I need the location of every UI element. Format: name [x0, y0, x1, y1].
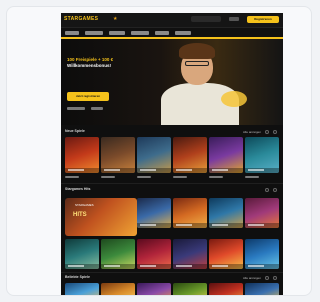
game-tile[interactable]	[173, 283, 207, 295]
tile-caption	[209, 176, 223, 178]
website-screenshot: STARGAMES ★ Registrieren 100 Freispiele …	[61, 13, 283, 295]
nav-item[interactable]	[175, 31, 191, 35]
login-link[interactable]	[229, 17, 239, 21]
divider	[61, 272, 283, 273]
game-tile[interactable]	[65, 239, 99, 269]
game-tile[interactable]	[137, 137, 171, 173]
top-nav: STARGAMES ★ Registrieren	[61, 13, 283, 27]
brand-mark: ★	[113, 16, 118, 22]
register-button[interactable]: Registrieren	[247, 16, 279, 23]
game-tile[interactable]	[245, 198, 279, 228]
site-logo[interactable]: STARGAMES	[64, 16, 98, 22]
next-arrow-icon[interactable]	[273, 276, 277, 280]
next-arrow-icon[interactable]	[273, 130, 277, 134]
game-tile[interactable]	[245, 283, 279, 295]
tile-caption	[65, 176, 79, 178]
nav-item[interactable]	[65, 31, 79, 35]
tile-caption	[245, 176, 259, 178]
hero-title: 100 Freispiele + 100 € Willkommensbonus!	[67, 57, 139, 69]
nav-item[interactable]	[109, 31, 125, 35]
game-tile[interactable]	[65, 283, 99, 295]
carousel-arrows[interactable]	[265, 276, 279, 280]
prev-arrow-icon[interactable]	[265, 276, 269, 280]
hero-link[interactable]	[91, 107, 103, 110]
game-tile[interactable]	[137, 198, 171, 228]
game-tile[interactable]	[173, 239, 207, 269]
section-title: Neue Spiele	[65, 129, 85, 133]
hero-title-rest: Willkommensbonus!	[67, 63, 111, 68]
hero-banner: 100 Freispiele + 100 € Willkommensbonus!…	[61, 39, 283, 125]
section-title: Stargames Hits	[65, 187, 91, 191]
game-tile[interactable]	[245, 137, 279, 173]
login-field[interactable]	[191, 16, 221, 22]
tile-caption	[137, 176, 151, 178]
section-title: Beliebte Spiele	[65, 275, 90, 279]
game-tile[interactable]	[209, 198, 243, 228]
feature-caption: STARGAMES	[75, 203, 94, 207]
game-tile[interactable]	[209, 239, 243, 269]
see-all-link[interactable]: Alle anzeigen	[243, 130, 261, 134]
feature-title: HITS	[73, 212, 87, 218]
next-arrow-icon[interactable]	[273, 188, 277, 192]
carousel-arrows[interactable]	[265, 188, 279, 192]
nav-item[interactable]	[131, 31, 149, 35]
game-tile[interactable]	[173, 137, 207, 173]
hero-title-highlight: 100 Freispiele + 100 €	[67, 57, 114, 62]
tile-caption	[173, 176, 187, 178]
hero-person-hair	[179, 43, 215, 59]
hero-person-glasses	[185, 61, 209, 66]
carousel-arrows[interactable]	[265, 130, 279, 134]
game-tile[interactable]	[209, 283, 243, 295]
game-tile[interactable]	[209, 137, 243, 173]
nav-item[interactable]	[85, 31, 103, 35]
tile-caption	[101, 176, 115, 178]
game-tile[interactable]	[101, 283, 135, 295]
featured-game-tile[interactable]: STARGAMES HITS	[65, 198, 137, 236]
prev-arrow-icon[interactable]	[265, 188, 269, 192]
divider	[61, 183, 283, 184]
game-tile[interactable]	[137, 283, 171, 295]
nav-item[interactable]	[155, 31, 169, 35]
hero-glow	[221, 91, 247, 107]
preview-card: STARGAMES ★ Registrieren 100 Freispiele …	[6, 6, 312, 296]
game-tile[interactable]	[65, 137, 99, 173]
see-all-link[interactable]: Alle anzeigen	[243, 276, 261, 280]
prev-arrow-icon[interactable]	[265, 130, 269, 134]
game-tile[interactable]	[137, 239, 171, 269]
game-tile[interactable]	[173, 198, 207, 228]
game-tile[interactable]	[245, 239, 279, 269]
game-tile[interactable]	[101, 137, 135, 173]
hero-cta-button[interactable]: Jetzt registrieren	[67, 92, 109, 101]
game-tile[interactable]	[101, 239, 135, 269]
hero-link[interactable]	[67, 107, 85, 110]
